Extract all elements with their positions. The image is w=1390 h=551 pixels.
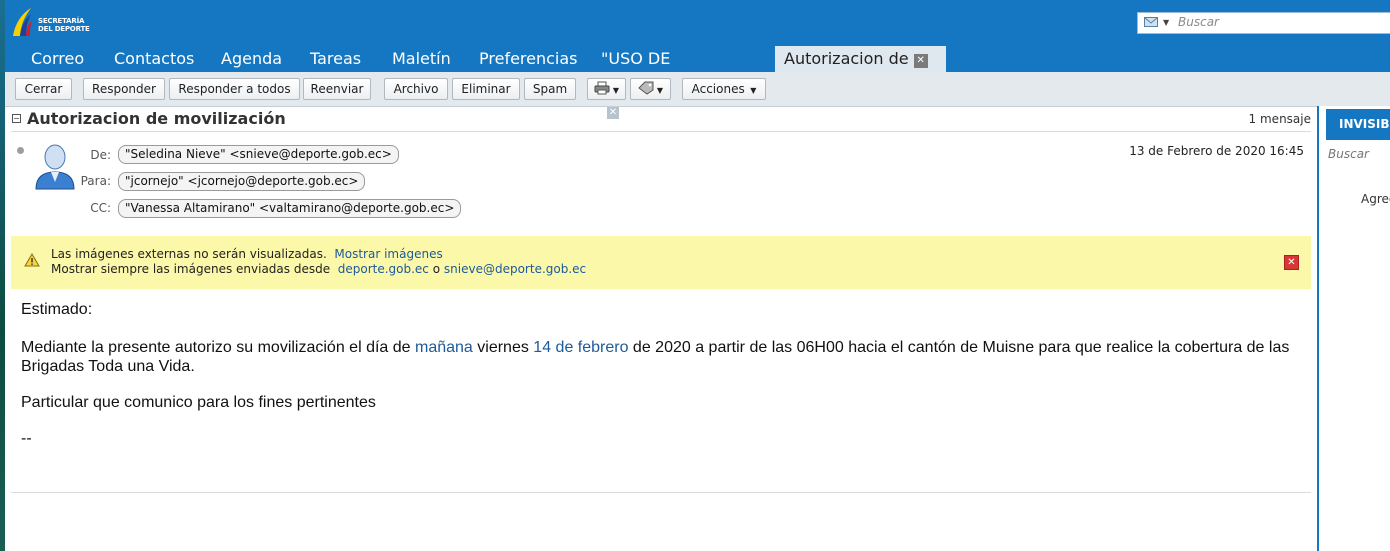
warning-or: o — [432, 262, 441, 276]
right-panel-header[interactable]: INVISIBL — [1326, 109, 1390, 140]
mail-icon[interactable] — [1144, 17, 1158, 27]
conversation-header: − Autorizacion de movilización 1 mensaje — [11, 107, 1311, 132]
right-panel-search[interactable]: Buscar — [1328, 147, 1369, 161]
printer-icon — [594, 81, 610, 95]
toolbar: Cerrar Responder Responder a todos Reenv… — [5, 72, 1390, 107]
read-status-dot[interactable] — [17, 147, 24, 154]
spam-button[interactable]: Spam — [524, 78, 576, 100]
chevron-down-icon[interactable]: ▼ — [1163, 18, 1169, 27]
from-label: De: — [90, 148, 111, 162]
tab-agenda[interactable]: Agenda — [221, 46, 282, 72]
close-icon[interactable]: ✕ — [913, 54, 928, 68]
tab-preferencias[interactable]: Preferencias — [479, 46, 578, 72]
to-address[interactable]: "jcornejo" <jcornejo@deporte.gob.ec> — [118, 172, 366, 191]
sender-link[interactable]: snieve@deporte.gob.ec — [444, 262, 586, 276]
to-label: Para: — [80, 174, 111, 188]
top-bar: SECRETARÍA DEL DEPORTE ▼ Correo Contacto… — [5, 0, 1390, 120]
reading-pane: − Autorizacion de movilización 1 mensaje… — [11, 107, 1311, 551]
close-icon[interactable]: ✕ — [1284, 255, 1299, 270]
tag-button[interactable]: ▼ — [630, 78, 671, 100]
body-paragraph-1: Mediante la presente autorizo su moviliz… — [21, 339, 1290, 375]
logo-text: SECRETARÍA DEL DEPORTE — [38, 17, 90, 33]
chevron-down-icon: ▼ — [747, 86, 757, 95]
conversation-subject: Autorizacion de movilización — [27, 109, 286, 128]
reply-button[interactable]: Responder — [83, 78, 165, 100]
message-date: 13 de Febrero de 2020 16:45 — [1129, 144, 1304, 158]
avatar — [35, 144, 75, 190]
chevron-down-icon: ▼ — [612, 86, 620, 95]
message-count: 1 mensaje — [1248, 112, 1311, 126]
date-link-manana[interactable]: mañana — [415, 339, 473, 356]
warning-text-always: Mostrar siempre las imágenes enviadas de… — [51, 262, 331, 276]
body-paragraph-2: Particular que comunico para los fines p… — [21, 394, 376, 411]
actions-button[interactable]: Acciones ▼ — [682, 78, 766, 100]
right-panel: INVISIBL Buscar Agreg — [1319, 106, 1390, 551]
signature-separator: -- — [21, 430, 32, 447]
tab-tareas[interactable]: Tareas — [310, 46, 361, 72]
forward-button[interactable]: Reenviar — [303, 78, 371, 100]
warning-text: Las imágenes externas no serán visualiza… — [51, 247, 327, 261]
collapse-icon[interactable]: − — [12, 114, 21, 123]
message-body: Estimado: Mediante la presente autorizo … — [21, 300, 1306, 448]
tag-icon — [638, 81, 654, 95]
search-input[interactable] — [1178, 14, 1378, 30]
tab-correo[interactable]: Correo — [31, 46, 84, 72]
app-logo[interactable]: SECRETARÍA DEL DEPORTE — [11, 6, 101, 40]
cc-label: CC: — [90, 201, 111, 215]
print-button[interactable]: ▼ — [587, 78, 626, 100]
domain-link[interactable]: deporte.gob.ec — [338, 262, 429, 276]
date-link-14-febrero[interactable]: 14 de febrero — [533, 339, 628, 356]
greeting: Estimado: — [21, 301, 93, 318]
from-address[interactable]: "Seledina Nieve" <snieve@deporte.gob.ec> — [118, 145, 399, 164]
warning-line-2: Mostrar siempre las imágenes enviadas de… — [51, 262, 586, 276]
archive-button[interactable]: Archivo — [384, 78, 448, 100]
warning-icon — [24, 253, 40, 267]
cc-address[interactable]: "Vanessa Altamirano" <valtamirano@deport… — [118, 199, 462, 218]
tab-autorizacion[interactable]: Autorizacion de ✕ — [775, 46, 946, 72]
external-images-warning: Las imágenes externas no serán visualiza… — [11, 236, 1311, 289]
tab-uso-de-credenc[interactable]: "USO DE CREDENC✕ — [601, 46, 679, 120]
reply-all-button[interactable]: Responder a todos — [169, 78, 300, 100]
chevron-down-icon: ▼ — [656, 86, 664, 95]
tab-maletin[interactable]: Maletín — [392, 46, 451, 72]
show-images-link[interactable]: Mostrar imágenes — [334, 247, 442, 261]
search-box[interactable]: ▼ — [1137, 12, 1390, 34]
warning-line-1: Las imágenes externas no serán visualiza… — [51, 247, 443, 261]
logo-flag-icon — [13, 8, 32, 36]
right-panel-add[interactable]: Agreg — [1361, 192, 1390, 206]
tab-contactos[interactable]: Contactos — [114, 46, 194, 72]
close-button[interactable]: Cerrar — [15, 78, 72, 100]
divider — [11, 492, 1311, 493]
delete-button[interactable]: Eliminar — [452, 78, 520, 100]
